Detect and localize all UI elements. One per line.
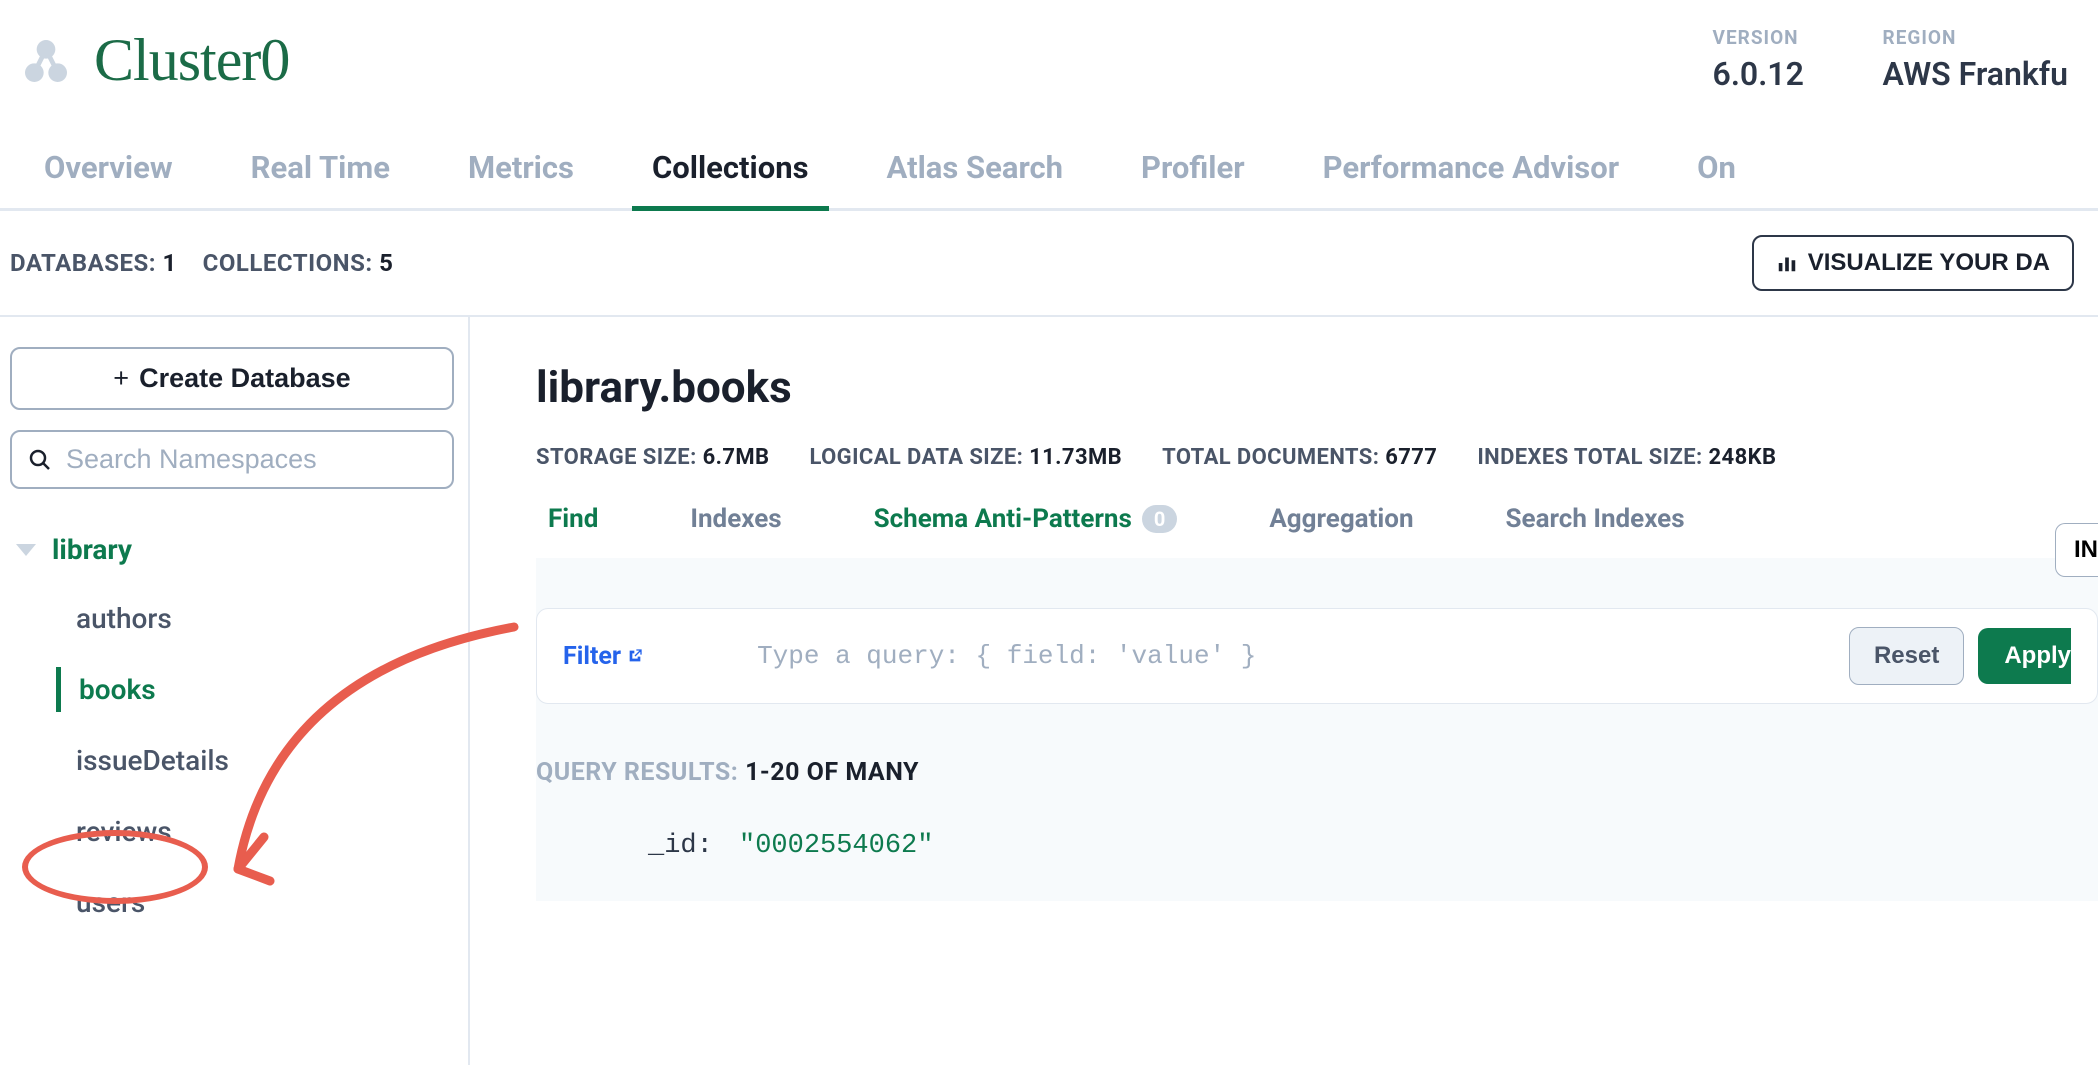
logical-value: 11.73MB [1029, 445, 1122, 470]
tab-real-time[interactable]: Real Time [251, 149, 390, 208]
subtab-aggregation-label: Aggregation [1269, 504, 1413, 534]
collection-subtabs: Find Indexes Schema Anti-Patterns 0 Aggr… [536, 504, 2098, 534]
version-label: VERSION [1713, 26, 1883, 49]
collections-label: COLLECTIONS: [203, 249, 373, 277]
region-label: REGION [1883, 26, 2068, 49]
logical-label: LOGICAL DATA SIZE: [810, 445, 1024, 470]
subtab-schema-label: Schema Anti-Patterns [874, 504, 1132, 534]
version-value: 6.0.12 [1713, 55, 1883, 93]
search-icon [28, 448, 52, 472]
subtab-indexes-label: Indexes [690, 504, 781, 534]
tab-performance-advisor[interactable]: Performance Advisor [1323, 149, 1619, 208]
idx-label: INDEXES TOTAL SIZE: [1477, 445, 1702, 470]
databases-label: DATABASES: [10, 249, 156, 277]
docs-label: TOTAL DOCUMENTS: [1162, 445, 1379, 470]
collection-users[interactable]: users [56, 880, 454, 925]
query-results-label: QUERY RESULTS: [536, 758, 738, 787]
subtab-search-indexes[interactable]: Search Indexes [1506, 504, 1685, 534]
tab-metrics[interactable]: Metrics [468, 149, 574, 208]
idx-value: 248KB [1709, 445, 1777, 470]
plus-icon: + [113, 363, 129, 394]
cluster-title[interactable]: Cluster0 [94, 26, 289, 95]
filter-label[interactable]: Filter [563, 642, 643, 671]
subtab-find-label: Find [548, 504, 598, 534]
collection-issueDetails[interactable]: issueDetails [56, 738, 454, 783]
query-results-header: QUERY RESULTS: 1-20 OF MANY [536, 758, 2098, 787]
apply-button[interactable]: Apply [1978, 628, 2071, 684]
database-name: library [52, 533, 132, 566]
visualize-data-button[interactable]: VISUALIZE YOUR DA [1752, 235, 2074, 291]
subtab-find[interactable]: Find [548, 504, 598, 534]
search-input[interactable] [66, 444, 436, 475]
tab-on[interactable]: On [1697, 149, 1736, 208]
doc-key: _id [648, 831, 697, 861]
insert-document-button[interactable]: IN [2055, 523, 2098, 577]
subtab-search-indexes-label: Search Indexes [1506, 504, 1685, 534]
collections-count: 5 [379, 249, 393, 277]
db-stats: DATABASES: 1 COLLECTIONS: 5 [10, 249, 393, 277]
filter-query-input[interactable] [657, 641, 1835, 671]
tabs-nav: Overview Real Time Metrics Collections Atlas… [0, 95, 2098, 211]
chevron-down-icon [16, 544, 36, 556]
schema-badge: 0 [1142, 505, 1177, 533]
filter-label-text: Filter [563, 642, 621, 671]
apply-label: Apply [2004, 642, 2071, 669]
create-label: Create Database [139, 363, 351, 394]
cluster-icon [18, 33, 74, 89]
tab-overview[interactable]: Overview [44, 149, 173, 208]
doc-value: "0002554062" [739, 831, 933, 861]
visualize-label: VISUALIZE YOUR DA [1808, 249, 2050, 277]
tab-profiler[interactable]: Profiler [1141, 149, 1245, 208]
insert-label: IN [2074, 536, 2098, 563]
collection-stats: STORAGE SIZE: 6.7MB LOGICAL DATA SIZE: 1… [536, 445, 2098, 470]
collection-reviews[interactable]: reviews [56, 809, 454, 854]
reset-label: Reset [1874, 642, 1939, 669]
collection-authors[interactable]: authors [56, 596, 454, 641]
storage-value: 6.7MB [703, 445, 770, 470]
databases-count: 1 [163, 249, 177, 277]
cluster-heading: Cluster0 [18, 26, 289, 95]
create-database-button[interactable]: + Create Database [10, 347, 454, 410]
collection-books[interactable]: books [56, 667, 454, 712]
query-results-range: 1-20 OF MANY [745, 758, 919, 787]
document-row[interactable]: _id: "0002554062" [648, 831, 2098, 861]
tab-atlas-search[interactable]: Atlas Search [887, 149, 1063, 208]
region-value: AWS Frankfu [1883, 55, 2068, 93]
search-namespaces-field[interactable] [10, 430, 454, 489]
subtab-aggregation[interactable]: Aggregation [1269, 504, 1413, 534]
namespace-title: library.books [536, 361, 2098, 413]
reset-button[interactable]: Reset [1849, 627, 1964, 685]
region-block: REGION AWS Frankfu [1883, 26, 2068, 93]
subtab-schema-anti-patterns[interactable]: Schema Anti-Patterns 0 [874, 504, 1178, 534]
external-link-icon [627, 648, 643, 664]
bar-chart-icon [1776, 252, 1798, 274]
version-block: VERSION 6.0.12 [1713, 26, 1883, 93]
database-library[interactable]: library [16, 533, 454, 566]
docs-value: 6777 [1385, 445, 1437, 470]
tab-collections[interactable]: Collections [652, 149, 809, 208]
subtab-indexes[interactable]: Indexes [690, 504, 781, 534]
storage-label: STORAGE SIZE: [536, 445, 697, 470]
